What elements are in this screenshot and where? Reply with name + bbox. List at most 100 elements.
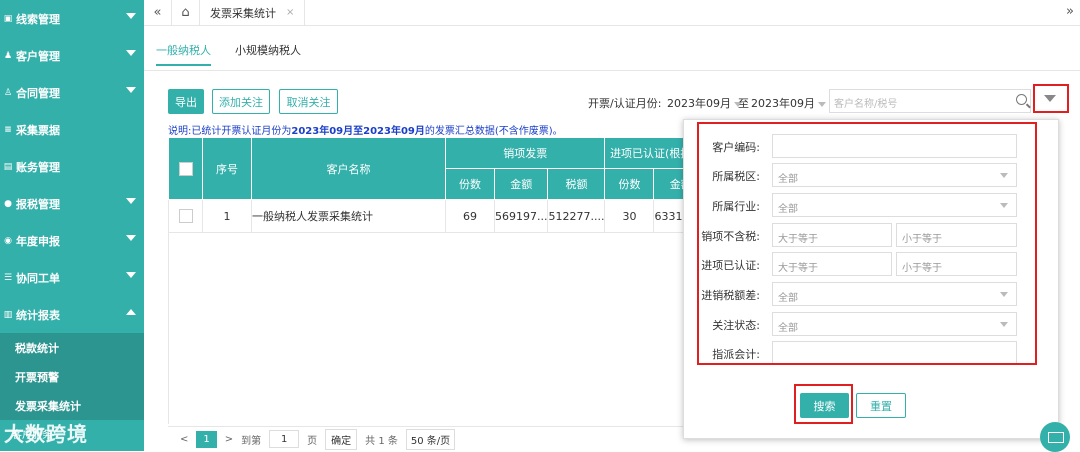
filter-reset-button[interactable]: 重置 bbox=[856, 393, 906, 418]
prev-page-icon[interactable]: < bbox=[180, 434, 188, 445]
note-suffix: 的发票汇总数据(不含作废票)。 bbox=[424, 126, 563, 137]
sidebar-subitem-invoice-warning[interactable]: 开票预警 bbox=[0, 362, 144, 391]
period-to-select[interactable]: 2023年09月 bbox=[751, 95, 826, 111]
search-input[interactable]: 客户名称/税号 bbox=[829, 89, 1031, 113]
home-icon[interactable]: ⌂ bbox=[172, 0, 200, 26]
period-to-word: 至 bbox=[738, 97, 749, 110]
sidebar-item-label: 客户管理 bbox=[16, 49, 60, 63]
filter-icon bbox=[1044, 95, 1056, 102]
chevron-down-icon bbox=[818, 101, 826, 107]
sidebar-item-contract[interactable]: ♙ 合同管理 bbox=[0, 74, 144, 111]
row-checkbox-cell bbox=[168, 199, 203, 233]
sidebar-item-customer[interactable]: ♟ 客户管理 bbox=[0, 37, 144, 74]
row-checkbox[interactable] bbox=[178, 209, 193, 223]
workorder-icon: ☰ bbox=[3, 272, 13, 283]
clue-icon: ▣ bbox=[3, 13, 13, 24]
tab-general-taxpayer[interactable]: 一般纳税人 bbox=[156, 42, 211, 66]
highlight-box bbox=[697, 122, 1037, 365]
receipt-icon: ≡ bbox=[4, 124, 12, 135]
table-row[interactable]: 1 一般纳税人发票采集统计 69 569197... 512277.... 30… bbox=[168, 199, 708, 233]
tab-small-taxpayer[interactable]: 小规模纳税人 bbox=[235, 42, 301, 66]
ledger-icon: ▤ bbox=[3, 161, 13, 172]
search-icon[interactable] bbox=[1016, 94, 1027, 105]
chevron-down-icon bbox=[126, 50, 136, 56]
cell-index: 1 bbox=[202, 199, 252, 233]
sidebar-item-tax[interactable]: ● 报税管理 bbox=[0, 185, 144, 222]
sidebar-item-reports[interactable]: ▥ 统计报表 bbox=[0, 296, 144, 333]
sidebar-item-receipt[interactable]: ≡ 采集票据 bbox=[0, 111, 144, 148]
add-follow-button[interactable]: 添加关注 bbox=[212, 89, 270, 114]
chevron-down-icon bbox=[126, 272, 136, 278]
sidebar-item-label: 年度申报 bbox=[16, 234, 60, 248]
sidebar-item-label: 采集票据 bbox=[16, 123, 60, 137]
col-count: 份数 bbox=[445, 168, 495, 200]
stats-note: 说明:已统计开票认证月份为2023年09月至2023年09月的发票汇总数据(不含… bbox=[168, 122, 563, 137]
annual-icon: ◉ bbox=[4, 235, 12, 246]
note-range: 2023年09月至2023年09月 bbox=[291, 126, 425, 137]
cell-in-count: 30 bbox=[604, 199, 655, 233]
select-all-cell bbox=[168, 137, 203, 200]
chevron-down-icon bbox=[126, 198, 136, 204]
goto-confirm-button[interactable]: 确定 bbox=[325, 428, 358, 450]
select-all-checkbox[interactable] bbox=[178, 161, 193, 176]
sidebar-item-label: 报税管理 bbox=[16, 197, 60, 211]
chart-icon: ▥ bbox=[3, 309, 13, 320]
export-button[interactable]: 导出 bbox=[168, 89, 204, 114]
mail-icon[interactable] bbox=[1040, 422, 1070, 452]
search-placeholder: 客户名称/税号 bbox=[834, 99, 898, 110]
sidebar-item-label: 账务管理 bbox=[16, 160, 60, 174]
col-group-sales: 销项发票 bbox=[444, 137, 606, 169]
chevron-down-icon bbox=[126, 13, 136, 19]
sidebar-subitem-invoice-stats[interactable]: 发票采集统计 bbox=[0, 391, 144, 420]
period-from-select[interactable]: 2023年09月 bbox=[667, 95, 742, 111]
watermark-logo: 大数跨境 bbox=[4, 422, 88, 446]
highlight-box bbox=[794, 384, 853, 424]
cell-name: 一般纳税人发票采集统计 bbox=[251, 199, 446, 233]
sidebar-item-label: 线索管理 bbox=[16, 12, 60, 26]
stats-table: 序号 客户名称 销项发票 进项已认证(根据认 份数 金额 税额 份数 金额 1 … bbox=[168, 137, 708, 233]
sidebar-item-clue[interactable]: ▣ 线索管理 bbox=[0, 0, 144, 37]
sidebar-submenu: 税款统计 开票预警 发票采集统计 bbox=[0, 333, 144, 420]
period-from-value: 2023年09月 bbox=[667, 97, 731, 110]
remove-follow-button[interactable]: 取消关注 bbox=[279, 89, 338, 114]
sidebar-item-label: 合同管理 bbox=[16, 86, 60, 100]
sidebar-item-ledger[interactable]: ▤ 账务管理 bbox=[0, 148, 144, 185]
period-label: 开票/认证月份: bbox=[588, 97, 662, 110]
page-size-select[interactable]: 50 条/页 bbox=[405, 428, 456, 450]
period-to-value: 2023年09月 bbox=[751, 97, 815, 110]
chevron-down-icon bbox=[126, 87, 136, 93]
tab-invoice-stats[interactable]: 发票采集统计 × bbox=[200, 0, 306, 26]
chevron-up-icon bbox=[126, 309, 136, 315]
col-amount: 金额 bbox=[493, 168, 549, 200]
close-icon[interactable]: × bbox=[286, 7, 294, 18]
col-in-count: 份数 bbox=[604, 168, 655, 200]
sidebar-item-label: 统计报表 bbox=[16, 308, 60, 322]
page-word: 页 bbox=[307, 435, 318, 447]
sidebar-item-annual[interactable]: ◉ 年度申报 bbox=[0, 222, 144, 259]
sidebar-item-workorder[interactable]: ☰ 协同工单 bbox=[0, 259, 144, 296]
customer-icon: ♟ bbox=[3, 50, 13, 61]
chevron-down-icon bbox=[126, 235, 136, 241]
goto-page-input[interactable]: 1 bbox=[269, 430, 300, 448]
cell-tax: 512277.... bbox=[547, 199, 606, 233]
cell-count: 69 bbox=[445, 199, 495, 233]
next-page-icon[interactable]: > bbox=[225, 434, 233, 445]
sidebar-subitem-tax-stats[interactable]: 税款统计 bbox=[0, 333, 144, 362]
pagination: < 1 > 到第 1 页 确定 共 1 条 50 条/页 bbox=[168, 426, 683, 451]
expand-tabs-icon[interactable]: » bbox=[1066, 4, 1074, 19]
col-name: 客户名称 bbox=[251, 137, 446, 200]
top-tab-bar: « ⌂ 发票采集统计 × » bbox=[144, 0, 1080, 26]
contract-icon: ♙ bbox=[3, 87, 13, 98]
sidebar: ▣ 线索管理 ♟ 客户管理 ♙ 合同管理 ≡ 采集票据 ▤ 账务管理 ● 报税管理 ◉ 年度申… bbox=[0, 0, 144, 451]
cell-amount: 569197... bbox=[493, 199, 549, 233]
collapse-sidebar-icon[interactable]: « bbox=[144, 0, 172, 26]
col-tax: 税额 bbox=[547, 168, 606, 200]
current-page[interactable]: 1 bbox=[196, 430, 217, 448]
total-count: 共 1 条 bbox=[365, 435, 398, 447]
goto-label: 到第 bbox=[241, 435, 262, 447]
divider bbox=[144, 70, 1080, 71]
note-prefix: 说明:已统计开票认证月份为 bbox=[168, 126, 292, 137]
taxpayer-tabs: 一般纳税人 小规模纳税人 bbox=[156, 42, 325, 66]
sidebar-item-label: 协同工单 bbox=[16, 271, 60, 285]
filter-button[interactable] bbox=[1033, 84, 1069, 113]
